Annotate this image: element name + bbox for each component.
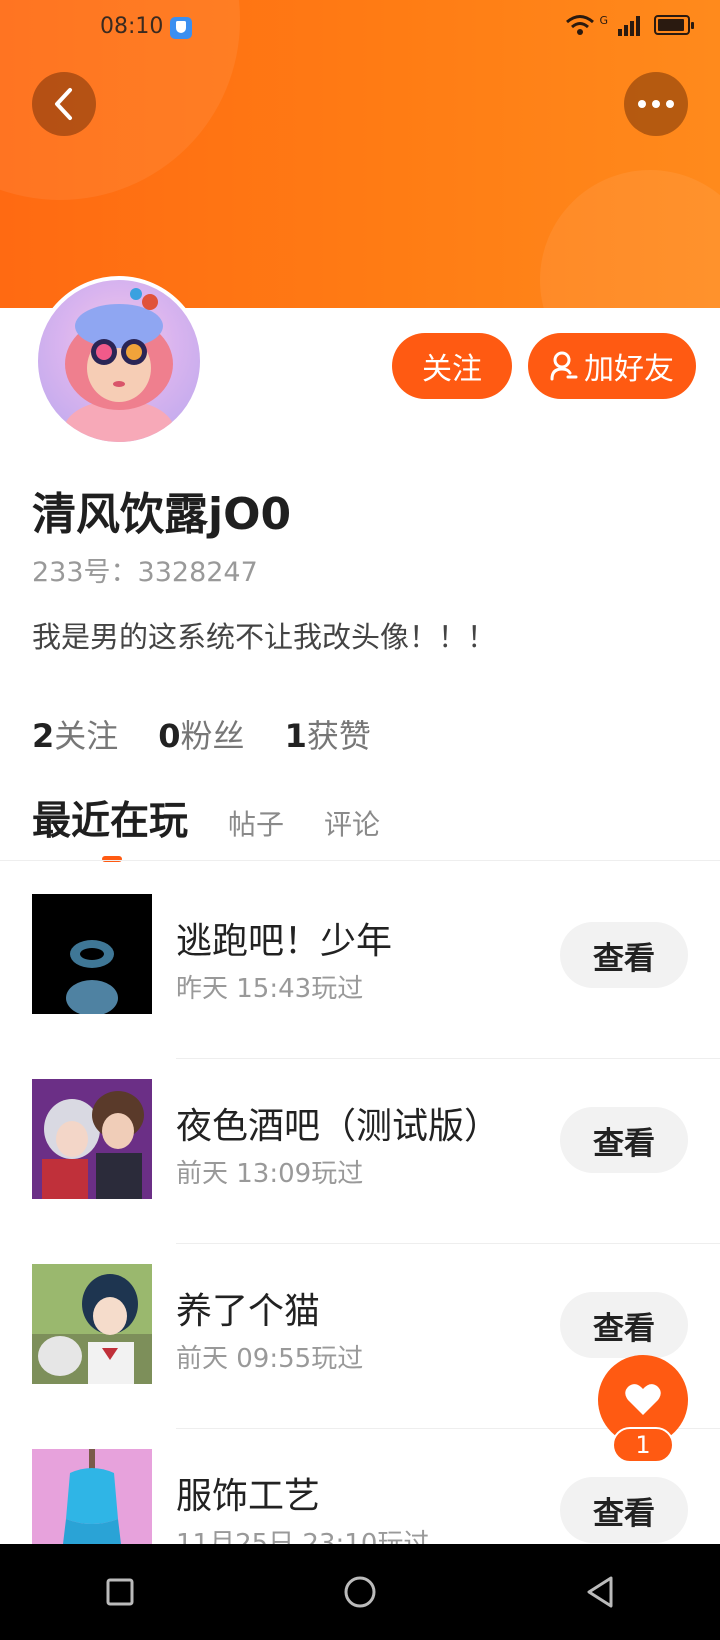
home-button[interactable]: [330, 1562, 390, 1622]
square-icon: [106, 1578, 134, 1606]
wifi-icon: [566, 15, 595, 35]
user-id: 233号：3328247: [32, 557, 258, 588]
divider: [176, 1243, 720, 1244]
tab-posts[interactable]: 帖子: [228, 803, 284, 843]
recent-apps-button[interactable]: [90, 1562, 150, 1622]
tab-comments[interactable]: 评论: [324, 803, 380, 843]
circle-icon: [344, 1576, 376, 1608]
add-friend-label: 加好友: [584, 352, 674, 387]
game-name: 服饰工艺: [176, 1476, 321, 1517]
game-played-time: 前天 09:55玩过: [176, 1344, 364, 1374]
status-icons: G: [565, 13, 694, 36]
list-item[interactable]: 夜色酒吧（测试版） 前天 13:09玩过 查看: [0, 1079, 720, 1264]
avatar-image: [64, 288, 174, 442]
game-name: 夜色酒吧（测试版）: [176, 1106, 501, 1147]
heart-count-badge: 1: [612, 1427, 674, 1463]
back-button[interactable]: [32, 72, 96, 136]
view-button[interactable]: 查看: [560, 1107, 688, 1173]
header-decoration: [540, 170, 720, 308]
more-dots-icon: [638, 100, 674, 108]
game-played-time: 前天 13:09玩过: [176, 1159, 364, 1189]
tab-indicator: [102, 856, 122, 862]
game-name: 养了个猫: [176, 1291, 321, 1332]
chevron-left-icon: [55, 88, 72, 120]
profile-header: 08:10 G: [0, 0, 720, 308]
signal-icon: [618, 16, 640, 36]
profile-stats: 2关注 0粉丝 1获赞: [32, 711, 371, 757]
heart-icon: [625, 1384, 661, 1415]
game-thumbnail: [32, 894, 152, 1014]
game-thumbnail: [32, 1264, 152, 1384]
view-button[interactable]: 查看: [560, 922, 688, 988]
avatar[interactable]: [34, 276, 204, 446]
stat-likes[interactable]: 1获赞: [285, 711, 371, 757]
stat-fans[interactable]: 0粉丝: [158, 711, 244, 757]
more-button[interactable]: [624, 72, 688, 136]
follow-button[interactable]: 关注: [392, 333, 512, 399]
view-button[interactable]: 查看: [560, 1292, 688, 1358]
view-button[interactable]: 查看: [560, 1477, 688, 1543]
user-bio: 我是男的这系统不让我改头像！！！: [32, 620, 497, 654]
triangle-back-icon: [587, 1576, 613, 1608]
divider: [0, 860, 720, 861]
game-played-time: 昨天 15:43玩过: [176, 974, 364, 1004]
username: 清风饮露jO0: [32, 489, 292, 540]
network-type: G: [599, 13, 608, 27]
tab-recent-games[interactable]: 最近在玩: [32, 790, 188, 846]
profile-tabs: 最近在玩 帖子 评论: [32, 790, 380, 846]
game-thumbnail: [32, 1079, 152, 1199]
shield-icon: [170, 17, 192, 39]
list-item[interactable]: 逃跑吧！少年 昨天 15:43玩过 查看: [0, 894, 720, 1079]
system-navigation-bar: [0, 1544, 720, 1640]
status-time: 08:10: [100, 14, 164, 39]
stat-following[interactable]: 2关注: [32, 711, 118, 757]
divider: [176, 1058, 720, 1059]
person-icon: [550, 351, 578, 381]
back-nav-button[interactable]: [570, 1562, 630, 1622]
game-name: 逃跑吧！少年: [176, 921, 393, 962]
add-friend-button[interactable]: 加好友: [528, 333, 696, 399]
battery-icon: [654, 15, 694, 35]
